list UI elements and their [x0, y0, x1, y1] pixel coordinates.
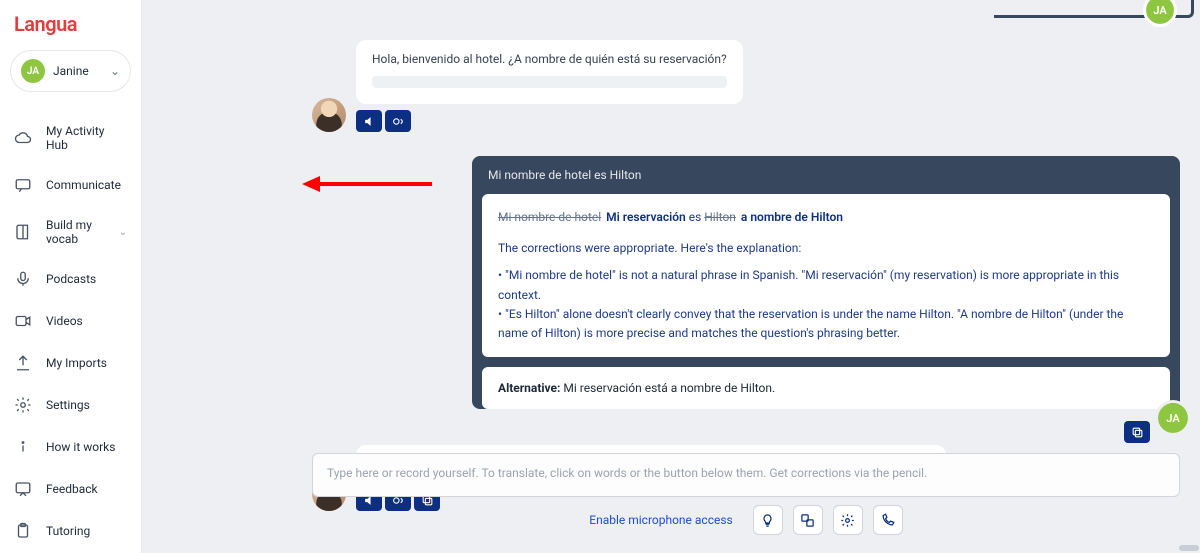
alternative-text: Mi reservación está a nombre de Hilton. — [560, 381, 775, 395]
info-icon — [14, 438, 32, 456]
sidebar-item-activity-hub[interactable]: My Activity Hub — [0, 112, 141, 164]
sidebar: Langua JA Janine ⌄ My Activity Hub Commu… — [0, 0, 142, 553]
user-message-with-correction: Mi nombre de hotel es Hilton Mi nombre d… — [472, 156, 1180, 419]
message-icon — [14, 176, 32, 194]
alternative-label: Alternative: — [498, 381, 560, 395]
sidebar-item-feedback[interactable]: Feedback — [0, 468, 141, 510]
correction-panel: Mi nombre de hotel Mi reservación es Hil… — [482, 194, 1170, 357]
sidebar-item-communicate[interactable]: Communicate — [0, 164, 141, 206]
sidebar-item-label: Communicate — [46, 178, 121, 192]
scrollbar-thumb[interactable] — [1179, 545, 1199, 551]
hint-button[interactable] — [753, 505, 783, 535]
bold-text: a nombre de Hilton — [741, 210, 843, 224]
message-bubble: Hola, bienvenido al hotel. ¿A nombre de … — [356, 40, 743, 104]
bullet-item: "Mi nombre de hotel" is not a natural ph… — [498, 266, 1154, 304]
user-original-text: Mi nombre de hotel es Hilton — [472, 156, 1180, 194]
sidebar-item-build-vocab[interactable]: Build my vocab ⌄ — [0, 206, 141, 258]
user-menu[interactable]: JA Janine ⌄ — [10, 50, 131, 92]
copy-button[interactable] — [1124, 421, 1150, 443]
sidebar-item-label: Feedback — [46, 482, 98, 496]
chevron-down-icon: ⌄ — [110, 64, 120, 78]
avatar: JA — [1158, 403, 1188, 433]
clipboard-icon — [14, 522, 32, 540]
video-icon — [14, 312, 32, 330]
sidebar-item-label: Build my vocab — [46, 218, 105, 246]
explanation-bullets: "Mi nombre de hotel" is not a natural ph… — [498, 266, 1154, 343]
sidebar-item-videos[interactable]: Videos — [0, 300, 141, 342]
chevron-down-icon: ⌄ — [119, 227, 127, 238]
chat-column: Hola, bienvenido al hotel. ¿A nombre de … — [312, 40, 1180, 483]
upload-icon — [14, 354, 32, 372]
alternative-panel: Alternative: Mi reservación está a nombr… — [482, 367, 1170, 409]
translate-button[interactable] — [793, 505, 823, 535]
explanation-intro: The corrections were appropriate. Here's… — [498, 239, 1154, 258]
placeholder-text: Type here or record yourself. To transla… — [327, 466, 927, 480]
bullet-item: "Es Hilton" alone doesn't clearly convey… — [498, 305, 1154, 343]
sidebar-item-tutoring[interactable]: Tutoring — [0, 510, 141, 552]
cloud-icon — [14, 129, 32, 147]
sidebar-item-imports[interactable]: My Imports — [0, 342, 141, 384]
gear-icon — [14, 396, 32, 414]
play-audio-button[interactable] — [356, 110, 382, 132]
bot-avatar — [312, 98, 346, 132]
sidebar-item-label: Videos — [46, 314, 83, 328]
nav: My Activity Hub Communicate Build my voc… — [0, 106, 141, 553]
logo: Langua — [0, 0, 141, 44]
bot-message: Hola, bienvenido al hotel. ¿A nombre de … — [312, 40, 1180, 132]
strike-text: Hilton — [704, 210, 736, 224]
strike-text: Mi nombre de hotel — [498, 210, 601, 224]
bold-text: Mi reservación — [606, 210, 686, 224]
sidebar-item-label: Tutoring — [46, 524, 90, 538]
sidebar-item-label: Podcasts — [46, 272, 96, 286]
correction-line: Mi nombre de hotel Mi reservación es Hil… — [498, 208, 1154, 227]
main: JA Hola, bienvenido al hotel. ¿A nombre … — [142, 0, 1200, 553]
message-input[interactable]: Type here or record yourself. To transla… — [312, 453, 1180, 497]
composer: Type here or record yourself. To transla… — [312, 453, 1180, 497]
sidebar-item-how-it-works[interactable]: How it works — [0, 426, 141, 468]
sidebar-item-label: How it works — [46, 440, 115, 454]
settings-button[interactable] — [833, 505, 863, 535]
user-name: Janine — [53, 64, 89, 78]
translation-placeholder — [372, 76, 727, 88]
bottom-bar: Enable microphone access — [312, 505, 1180, 535]
sidebar-item-label: My Imports — [46, 356, 107, 370]
sidebar-item-settings[interactable]: Settings — [0, 384, 141, 426]
enable-microphone-link[interactable]: Enable microphone access — [589, 513, 732, 527]
logo-text: Langua — [14, 12, 77, 36]
slow-audio-button[interactable] — [385, 110, 411, 132]
avatar: JA — [1146, 0, 1174, 24]
avatar: JA — [21, 59, 45, 83]
message-text: Hola, bienvenido al hotel. ¿A nombre de … — [372, 52, 727, 66]
mic-icon — [14, 270, 32, 288]
sidebar-item-label: Settings — [46, 398, 90, 412]
plain-text: es — [689, 210, 705, 224]
sidebar-item-podcasts[interactable]: Podcasts — [0, 258, 141, 300]
book-icon — [14, 223, 32, 241]
sidebar-item-label: My Activity Hub — [46, 124, 127, 152]
feedback-icon — [14, 480, 32, 498]
call-button[interactable] — [873, 505, 903, 535]
